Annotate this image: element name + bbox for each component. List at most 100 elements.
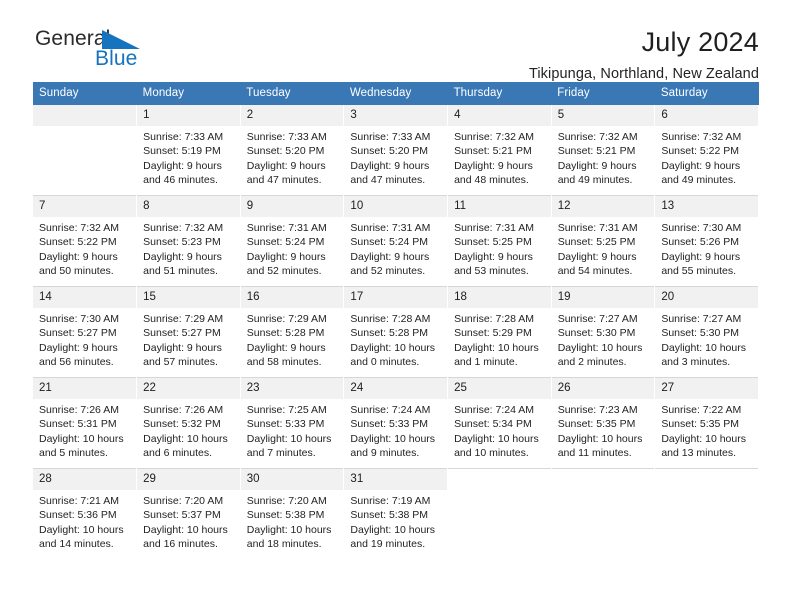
daylight-text-line2: and 50 minutes. [39, 265, 114, 278]
daylight-text-line2: and 5 minutes. [39, 447, 108, 460]
day-number: 11 [448, 196, 551, 217]
daylight-text-line1: Daylight: 9 hours [557, 250, 637, 263]
calendar-day-cell[interactable]: 13 Sunrise: 7:30 AM Sunset: 5:26 PM Dayligh… [654, 195, 759, 287]
day-number: 6 [655, 105, 758, 126]
daylight-text-line1: Daylight: 10 hours [350, 523, 436, 536]
calendar-day-cell[interactable]: 9 Sunrise: 7:31 AM Sunset: 5:24 PM Daylight… [240, 195, 345, 287]
weekday-header-saturday: Saturday [654, 82, 759, 105]
sunset-text: Sunset: 5:24 PM [350, 236, 429, 249]
calendar-day-cell[interactable]: 6 Sunrise: 7:32 AM Sunset: 5:22 PM Daylight… [654, 105, 759, 196]
sunset-text: Sunset: 5:35 PM [661, 418, 739, 431]
sunset-text: Sunset: 5:21 PM [454, 145, 532, 158]
sunset-text: Sunset: 5:38 PM [246, 509, 325, 522]
sunrise-text: Sunrise: 7:21 AM [39, 495, 119, 507]
calendar-day-cell[interactable]: 24 Sunrise: 7:24 AM Sunset: 5:33 PM Dayligh… [343, 377, 449, 469]
calendar-day-cell[interactable]: 23 Sunrise: 7:25 AM Sunset: 5:33 PM Dayligh… [240, 377, 345, 469]
day-number: 5 [551, 105, 655, 126]
sunset-text: Sunset: 5:36 PM [39, 509, 117, 522]
daylight-text-line1: Daylight: 9 hours [246, 250, 326, 263]
daylight-text-line2: and 13 minutes. [661, 447, 737, 460]
calendar-week-row: 14 Sunrise: 7:30 AM Sunset: 5:27 PM Dayligh… [33, 286, 759, 378]
day-number: 14 [33, 287, 137, 308]
calendar-day-cell[interactable]: 2 Sunrise: 7:33 AM Sunset: 5:20 PM Daylight… [240, 105, 345, 196]
day-details: Sunrise: 7:28 AM Sunset: 5:28 PM Daylight:… [344, 308, 447, 370]
sunset-text: Sunset: 5:33 PM [350, 418, 429, 431]
daylight-text-line1: Daylight: 9 hours [454, 159, 533, 172]
calendar-day-cell[interactable]: 21 Sunrise: 7:26 AM Sunset: 5:31 PM Dayligh… [33, 377, 138, 469]
day-details: Sunrise: 7:30 AM Sunset: 5:26 PM Daylight:… [655, 217, 758, 279]
calendar-day-cell[interactable]: 7 Sunrise: 7:32 AM Sunset: 5:22 PM Daylight… [33, 195, 138, 287]
calendar-day-cell[interactable]: 14 Sunrise: 7:30 AM Sunset: 5:27 PM Dayligh… [33, 286, 138, 378]
day-number: 4 [448, 105, 551, 126]
daylight-text-line1: Daylight: 10 hours [350, 432, 436, 445]
daylight-text-line2: and 9 minutes. [350, 447, 420, 460]
daylight-text-line2: and 48 minutes. [454, 174, 529, 187]
sunset-text: Sunset: 5:20 PM [350, 145, 429, 158]
sunset-text: Sunset: 5:24 PM [246, 236, 325, 249]
daylight-text-line2: and 0 minutes. [350, 356, 420, 369]
sunrise-text: Sunrise: 7:31 AM [557, 222, 638, 234]
day-details: Sunrise: 7:32 AM Sunset: 5:23 PM Daylight:… [137, 217, 240, 279]
calendar-day-cell[interactable]: 5 Sunrise: 7:32 AM Sunset: 5:21 PM Daylight… [551, 105, 656, 196]
sunset-text: Sunset: 5:28 PM [350, 327, 429, 340]
day-details: Sunrise: 7:24 AM Sunset: 5:34 PM Daylight:… [448, 399, 551, 461]
day-number: 10 [344, 196, 448, 217]
daylight-text-line2: and 54 minutes. [557, 265, 633, 278]
calendar-day-cell[interactable]: 27 Sunrise: 7:22 AM Sunset: 5:35 PM Dayligh… [654, 377, 759, 469]
daylight-text-line1: Daylight: 9 hours [350, 159, 430, 172]
sunrise-text: Sunrise: 7:30 AM [39, 313, 119, 325]
weekday-header-sunday: Sunday [33, 82, 137, 105]
sunset-text: Sunset: 5:34 PM [454, 418, 532, 431]
daylight-text-line1: Daylight: 10 hours [39, 432, 124, 445]
day-number: 29 [137, 469, 240, 490]
calendar-day-cell[interactable]: 26 Sunrise: 7:23 AM Sunset: 5:35 PM Dayligh… [551, 377, 656, 469]
sunrise-text: Sunrise: 7:22 AM [661, 404, 742, 416]
sunrise-text: Sunrise: 7:23 AM [557, 404, 638, 416]
calendar-day-cell[interactable]: 8 Sunrise: 7:32 AM Sunset: 5:23 PM Daylight… [136, 195, 241, 287]
calendar-day-cell[interactable]: 28 Sunrise: 7:21 AM Sunset: 5:36 PM Dayligh… [33, 468, 138, 559]
sunset-text: Sunset: 5:26 PM [661, 236, 739, 249]
calendar-day-cell[interactable]: 30 Sunrise: 7:20 AM Sunset: 5:38 PM Dayligh… [240, 468, 345, 559]
day-number: 9 [240, 196, 344, 217]
calendar-day-cell-empty [33, 105, 138, 196]
calendar-day-cell[interactable]: 18 Sunrise: 7:28 AM Sunset: 5:29 PM Dayligh… [447, 286, 552, 378]
day-details: Sunrise: 7:24 AM Sunset: 5:33 PM Daylight:… [344, 399, 447, 461]
calendar-day-cell[interactable]: 4 Sunrise: 7:32 AM Sunset: 5:21 PM Daylight… [447, 105, 552, 196]
day-details: Sunrise: 7:32 AM Sunset: 5:22 PM Daylight:… [33, 217, 136, 279]
calendar-day-cell[interactable]: 19 Sunrise: 7:27 AM Sunset: 5:30 PM Dayligh… [551, 286, 656, 378]
calendar-day-cell[interactable]: 29 Sunrise: 7:20 AM Sunset: 5:37 PM Dayligh… [136, 468, 241, 559]
weekday-header-monday: Monday [136, 82, 241, 105]
calendar-day-cell[interactable]: 10 Sunrise: 7:31 AM Sunset: 5:24 PM Dayligh… [343, 195, 449, 287]
calendar-day-cell[interactable]: 12 Sunrise: 7:31 AM Sunset: 5:25 PM Dayligh… [551, 195, 656, 287]
calendar-day-cell[interactable]: 22 Sunrise: 7:26 AM Sunset: 5:32 PM Dayligh… [136, 377, 241, 469]
daylight-text-line1: Daylight: 9 hours [350, 250, 430, 263]
daylight-text-line1: Daylight: 9 hours [246, 341, 326, 354]
day-number: 17 [344, 287, 448, 308]
daylight-text-line2: and 11 minutes. [557, 447, 632, 460]
daylight-text-line2: and 46 minutes. [143, 174, 218, 187]
sunset-text: Sunset: 5:37 PM [143, 509, 221, 522]
day-number: 28 [33, 469, 137, 490]
day-details: Sunrise: 7:19 AM Sunset: 5:38 PM Daylight:… [344, 490, 447, 552]
day-number: 12 [551, 196, 655, 217]
daylight-text-line2: and 51 minutes. [143, 265, 218, 278]
daylight-text-line1: Daylight: 10 hours [246, 523, 332, 536]
calendar-day-cell[interactable]: 1 Sunrise: 7:33 AM Sunset: 5:19 PM Daylight… [136, 105, 241, 196]
calendar-day-cell[interactable]: 25 Sunrise: 7:24 AM Sunset: 5:34 PM Dayligh… [447, 377, 552, 469]
sunset-text: Sunset: 5:19 PM [143, 145, 221, 158]
calendar-day-cell[interactable]: 17 Sunrise: 7:28 AM Sunset: 5:28 PM Dayligh… [343, 286, 449, 378]
calendar-day-cell[interactable]: 20 Sunrise: 7:27 AM Sunset: 5:30 PM Dayligh… [654, 286, 759, 378]
calendar-day-cell[interactable]: 15 Sunrise: 7:29 AM Sunset: 5:27 PM Dayligh… [136, 286, 241, 378]
sunrise-text: Sunrise: 7:30 AM [661, 222, 742, 234]
day-number: 31 [344, 469, 448, 490]
calendar-day-cell[interactable]: 16 Sunrise: 7:29 AM Sunset: 5:28 PM Dayligh… [240, 286, 345, 378]
calendar-week-row: 21 Sunrise: 7:26 AM Sunset: 5:31 PM Dayligh… [33, 377, 759, 469]
calendar-day-cell[interactable]: 31 Sunrise: 7:19 AM Sunset: 5:38 PM Dayligh… [343, 468, 449, 559]
calendar-day-cell[interactable]: 3 Sunrise: 7:33 AM Sunset: 5:20 PM Daylight… [343, 105, 449, 196]
day-details: Sunrise: 7:23 AM Sunset: 5:35 PM Daylight:… [552, 399, 655, 461]
logo-triangle-icon [102, 29, 142, 55]
page-header: General Blue July 2024 Tikipunga, Northl… [33, 0, 759, 82]
sunset-text: Sunset: 5:33 PM [246, 418, 325, 431]
calendar-day-cell[interactable]: 11 Sunrise: 7:31 AM Sunset: 5:25 PM Dayligh… [447, 195, 552, 287]
general-blue-logo[interactable]: General Blue [35, 28, 205, 74]
